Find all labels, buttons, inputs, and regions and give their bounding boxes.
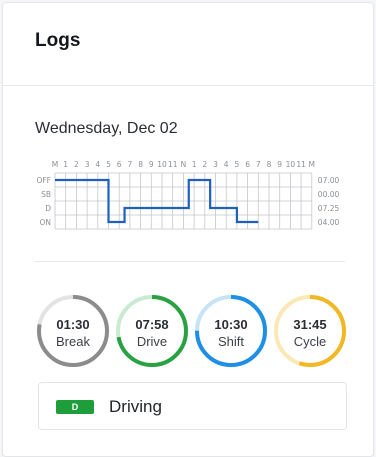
row-label: D xyxy=(45,204,51,213)
clock-label: Drive xyxy=(136,334,168,349)
hour-label: 2 xyxy=(202,160,207,169)
page-title: Logs xyxy=(35,30,81,51)
hour-label: 6 xyxy=(245,160,250,169)
hour-label: M xyxy=(309,160,315,169)
hour-label: 8 xyxy=(138,160,143,169)
hour-label: 1 xyxy=(63,160,68,169)
clock-label: Break xyxy=(56,334,90,349)
clock-time: 01:30 xyxy=(56,317,90,332)
row-label: OFF xyxy=(36,176,51,185)
hour-label: 7 xyxy=(128,160,133,169)
clock-time: 31:45 xyxy=(293,317,327,332)
clock-drive[interactable]: 07:58 Drive xyxy=(115,294,189,368)
hour-label: 8 xyxy=(267,160,272,169)
hour-label: M xyxy=(52,160,58,169)
clock-cycle[interactable]: 31:45 Cycle xyxy=(273,294,347,368)
row-label: SB xyxy=(41,190,51,199)
hour-label: 1 xyxy=(192,160,197,169)
status-label: Driving xyxy=(109,397,162,416)
hour-label: 9 xyxy=(149,160,154,169)
hour-label: 9 xyxy=(277,160,282,169)
row-label: ON xyxy=(39,218,51,227)
hour-label: 4 xyxy=(224,160,229,169)
clock-time: 10:30 xyxy=(214,317,248,332)
hour-label: 6 xyxy=(117,160,122,169)
row-total: 00.00 xyxy=(318,190,340,199)
current-status[interactable]: D Driving xyxy=(38,382,347,430)
log-date: Wednesday, Dec 02 xyxy=(35,120,178,137)
clock-label: Cycle xyxy=(293,334,327,349)
row-total: 04.00 xyxy=(318,218,340,227)
status-badge: D xyxy=(56,400,94,414)
hour-label: 4 xyxy=(95,160,100,169)
hour-label: 2 xyxy=(74,160,79,169)
hour-label: 5 xyxy=(106,160,111,169)
hour-label: 10 xyxy=(157,160,167,169)
hour-label: 3 xyxy=(85,160,90,169)
hour-label: N xyxy=(181,160,187,169)
hour-label: 3 xyxy=(213,160,218,169)
eld-log-grid[interactable]: M 1 2 3 4 5 6 7 8 9 10 11 N 1 2 3 4 5 6 7 8 9 10 11 MOFFSBDON07.… xyxy=(25,154,355,238)
clock-break[interactable]: 01:30 Break xyxy=(36,294,110,368)
logs-card: Logs Wednesday, Dec 02 M 1 2 3 4 5 6 7 8 9 10 11 N 1 2… xyxy=(2,2,374,457)
row-total: 07.00 xyxy=(318,176,340,185)
clock-time: 07:58 xyxy=(135,317,169,332)
card-header: Logs xyxy=(3,3,373,86)
row-total: 07.25 xyxy=(318,204,340,213)
hour-label: 11 xyxy=(168,160,178,169)
clock-label: Shift xyxy=(217,334,244,349)
hour-label: 11 xyxy=(296,160,306,169)
hour-label: 10 xyxy=(286,160,296,169)
clock-shift[interactable]: 10:30 Shift xyxy=(194,294,268,368)
hour-label: 7 xyxy=(256,160,261,169)
hos-clocks: 01:30 Break 07:58 Drive 10:30 Shift 31:45 Cycle xyxy=(36,294,348,368)
hour-label: 5 xyxy=(235,160,240,169)
divider xyxy=(35,261,345,262)
